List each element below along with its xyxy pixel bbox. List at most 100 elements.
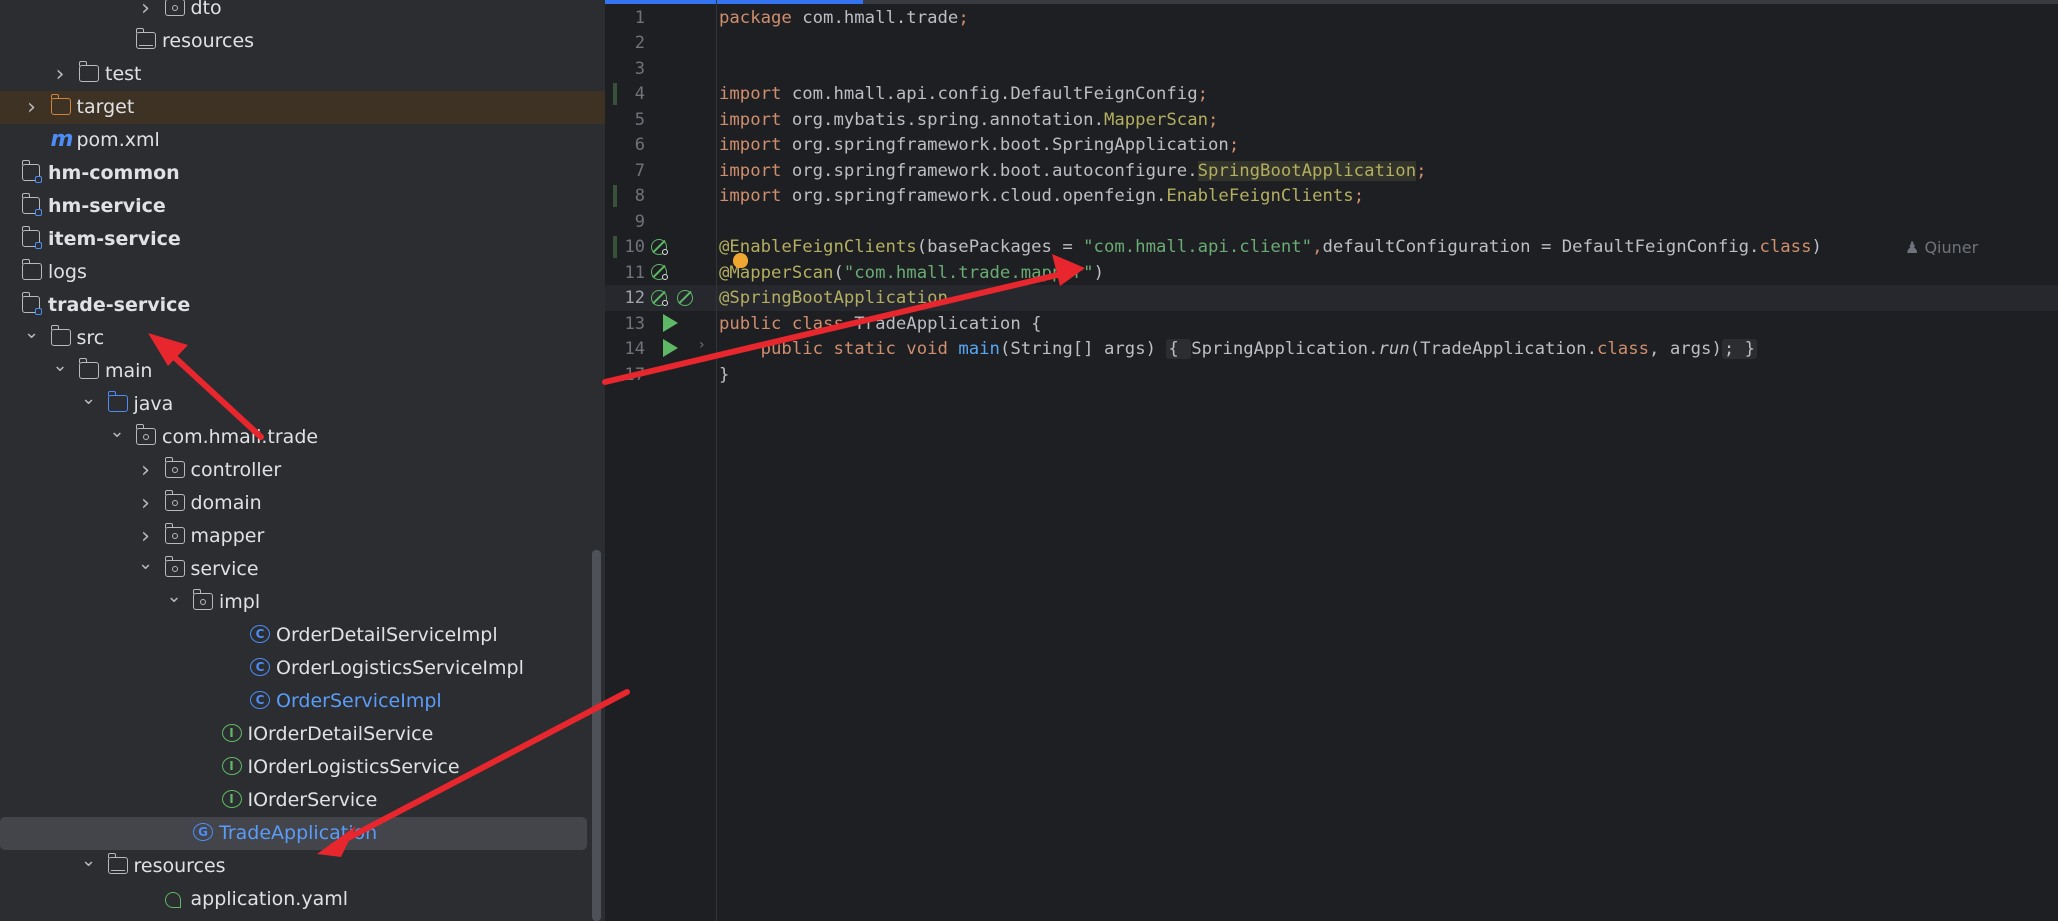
line-number[interactable]: 10 <box>605 235 645 260</box>
tree-item-com-hmall-trade[interactable]: ⌄ com.hmall.trade <box>0 421 590 454</box>
target-folder-icon <box>50 94 71 115</box>
line-number[interactable]: 8 <box>605 184 645 209</box>
line-number[interactable]: 9 <box>605 210 645 235</box>
class-icon: C <box>250 658 270 676</box>
tree-item-label: IOrderLogisticsService <box>247 756 460 778</box>
tree-item-resources[interactable]: resources <box>0 25 590 58</box>
line-number[interactable]: 1 <box>605 6 645 31</box>
vcs-change-marker[interactable] <box>613 185 617 207</box>
line-number[interactable]: 5 <box>605 108 645 133</box>
package-folder-icon <box>193 589 213 610</box>
line-number[interactable]: 6 <box>605 133 645 158</box>
chevron-down-icon[interactable]: ⌄ <box>51 349 69 382</box>
tree-item-label: item-service <box>48 228 181 250</box>
code-line-12: @SpringBootApplication <box>719 288 948 308</box>
chevron-right-icon[interactable]: › <box>51 58 69 91</box>
chevron-right-icon[interactable]: › <box>137 487 155 520</box>
package-folder-icon <box>164 556 185 577</box>
module-icon <box>22 160 42 183</box>
chevron-down-icon[interactable]: ⌄ <box>23 316 41 349</box>
chevron-right-icon[interactable]: › <box>137 454 155 487</box>
tree-item-controller[interactable]: › controller <box>0 454 590 487</box>
tree-item-resources[interactable]: ⌄ resources <box>0 850 590 883</box>
line-number[interactable]: 2 <box>605 31 645 56</box>
tree-item-logs[interactable]: logs <box>0 256 590 289</box>
line-number[interactable]: 11 <box>605 261 645 286</box>
tree-item-application-yaml[interactable]: application.yaml <box>0 883 590 916</box>
spring-boot-gutter-icon[interactable] <box>677 290 693 306</box>
line-number[interactable]: 17 <box>605 363 645 388</box>
folded-region[interactable]: { <box>1166 339 1192 359</box>
tree-item-iorderdetailservice[interactable]: I IOrderDetailService <box>0 718 590 751</box>
chevron-right-icon[interactable]: › <box>137 0 155 25</box>
chevron-down-icon[interactable]: ⌄ <box>80 382 98 415</box>
tree-item-label: OrderDetailServiceImpl <box>276 624 498 646</box>
tree-item-label: src <box>76 327 105 349</box>
tree-item-item-service[interactable]: item-service <box>0 223 590 256</box>
tree-item-orderdetailserviceimpl[interactable]: C OrderDetailServiceImpl <box>0 619 590 652</box>
tree-item-label: application.yaml <box>190 888 349 910</box>
chevron-down-icon[interactable]: ⌄ <box>80 844 98 877</box>
tree-item-pom-xml[interactable]: m pom.xml <box>0 124 590 157</box>
tree-item-test[interactable]: › test <box>0 58 590 91</box>
gutter-separator <box>716 0 717 921</box>
chevron-down-icon[interactable]: ⌄ <box>165 580 183 613</box>
tree-item-dto[interactable]: › dto <box>0 0 590 25</box>
vcs-change-marker[interactable] <box>613 236 617 258</box>
tree-item-label: pom.xml <box>76 129 160 151</box>
tree-item-label: dto <box>190 0 222 19</box>
tree-item-orderserviceimpl[interactable]: C OrderServiceImpl <box>0 685 590 718</box>
tree-item-src[interactable]: ⌄ src <box>0 322 590 355</box>
intention-bulb-icon[interactable] <box>733 253 748 268</box>
package-folder-icon <box>164 0 185 16</box>
tree-item-orderlogisticsserviceimpl[interactable]: C OrderLogisticsServiceImpl <box>0 652 590 685</box>
class-icon: C <box>250 625 270 643</box>
code-line-1: package com.hmall.trade; <box>719 8 969 28</box>
tree-item-label: resources <box>162 30 255 52</box>
chevron-down-icon[interactable]: ⌄ <box>137 547 155 580</box>
tree-item-iorderlogisticsservice[interactable]: I IOrderLogisticsService <box>0 751 590 784</box>
fold-chevron-icon[interactable]: › <box>699 337 705 353</box>
line-number[interactable]: 13 <box>605 312 645 337</box>
tree-item-label: domain <box>190 492 262 514</box>
code-line-5: import org.mybatis.spring.annotation.Map… <box>719 110 1219 130</box>
tree-item-label: main <box>105 360 153 382</box>
tree-item-trade-service[interactable]: trade-service <box>0 289 590 322</box>
line-number[interactable]: 3 <box>605 57 645 82</box>
chevron-down-icon[interactable]: ⌄ <box>108 415 126 448</box>
yaml-icon <box>164 892 181 908</box>
tree-item-domain[interactable]: › domain <box>0 487 590 520</box>
tree-item-mapper[interactable]: › mapper <box>0 520 590 553</box>
tree-item-impl[interactable]: ⌄ impl <box>0 586 590 619</box>
tree-item-label: OrderLogisticsServiceImpl <box>276 657 524 679</box>
line-number[interactable]: 14 <box>605 337 645 362</box>
interface-icon: I <box>221 790 242 808</box>
tree-item-label: trade-service <box>48 294 191 316</box>
tree-item-hm-service[interactable]: hm-service <box>0 190 590 223</box>
spring-bean-gutter-icon[interactable] <box>651 290 668 306</box>
run-gutter-icon[interactable] <box>663 314 678 332</box>
tree-item-hm-common[interactable]: hm-common <box>0 157 590 190</box>
spring-bean-gutter-icon[interactable] <box>651 239 668 255</box>
line-number[interactable]: 12 <box>605 286 645 311</box>
project-scrollbar[interactable] <box>592 550 601 921</box>
run-gutter-icon[interactable] <box>663 339 678 357</box>
folded-region-end[interactable]: ; } <box>1721 339 1758 359</box>
tree-item-label: resources <box>133 855 226 877</box>
module-icon <box>22 292 42 315</box>
vcs-change-marker[interactable] <box>613 83 617 105</box>
module-icon <box>22 226 42 249</box>
line-number[interactable]: 4 <box>605 82 645 107</box>
resources-folder-icon <box>107 853 128 874</box>
tree-item-target[interactable]: › target <box>0 91 605 124</box>
line-number[interactable]: 7 <box>605 159 645 184</box>
tree-item-service[interactable]: ⌄ service <box>0 553 590 586</box>
tree-item-java[interactable]: ⌄ java <box>0 388 590 421</box>
author-inlay-hint[interactable]: ♟ Qiuner <box>1905 235 1978 260</box>
code-line-4: import com.hmall.api.config.DefaultFeign… <box>719 84 1209 104</box>
chevron-right-icon[interactable]: › <box>23 91 41 124</box>
active-tab-indicator[interactable] <box>605 0 863 4</box>
tree-item-label: IOrderDetailService <box>247 723 434 745</box>
spring-bean-gutter-icon[interactable] <box>651 264 668 280</box>
tree-item-iorderservice[interactable]: I IOrderService <box>0 784 590 817</box>
